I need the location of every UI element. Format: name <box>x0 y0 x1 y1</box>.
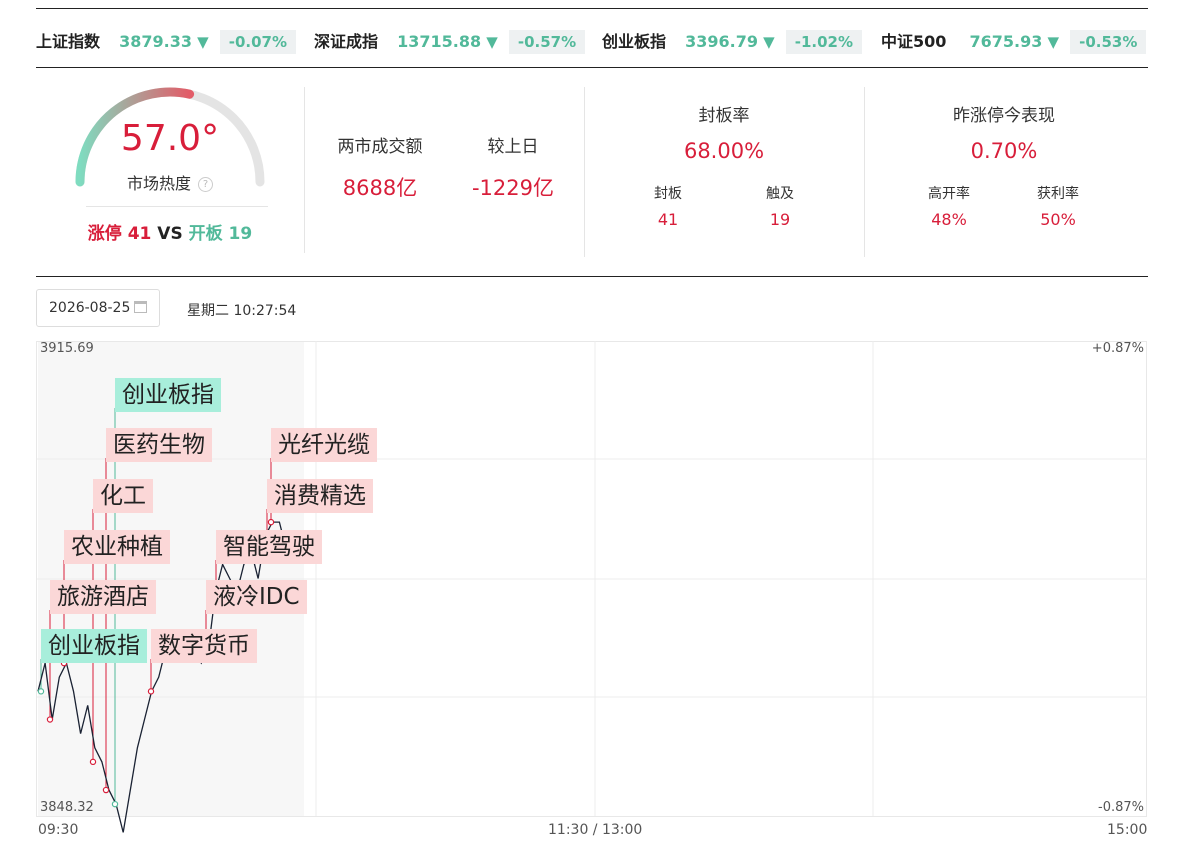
sector-tag[interactable]: 创业板指 <box>41 629 147 663</box>
sector-tag[interactable]: 光纤光缆 <box>271 428 377 462</box>
y-min-pct: -0.87% <box>1098 800 1144 815</box>
sector-tag[interactable]: 医药生物 <box>106 428 212 462</box>
x-tick-open: 09:30 <box>38 822 79 838</box>
tag-point <box>147 688 155 695</box>
tag-point <box>102 786 110 794</box>
tag-point <box>267 518 275 526</box>
sector-tag[interactable]: 农业种植 <box>64 530 170 564</box>
x-tick-close: 15:00 <box>1107 822 1148 838</box>
y-max-label: 3915.69 <box>40 341 94 356</box>
tag-point <box>111 800 119 808</box>
sector-tag[interactable]: 创业板指 <box>115 378 221 412</box>
y-min-label: 3848.32 <box>40 800 94 815</box>
y-max-pct: +0.87% <box>1091 341 1144 356</box>
price-line <box>37 521 288 833</box>
sector-tag[interactable]: 液冷IDC <box>206 580 307 614</box>
tag-point <box>46 716 54 723</box>
tag-point <box>89 758 97 766</box>
sector-tag[interactable]: 旅游酒店 <box>50 580 156 614</box>
tag-point <box>37 688 45 695</box>
sector-tag[interactable]: 数字货币 <box>151 629 257 663</box>
sector-tag[interactable]: 智能驾驶 <box>216 530 322 564</box>
x-tick-mid: 11:30 / 13:00 <box>548 822 643 838</box>
sector-tag[interactable]: 消费精选 <box>267 479 373 513</box>
sector-tag[interactable]: 化工 <box>93 479 153 513</box>
